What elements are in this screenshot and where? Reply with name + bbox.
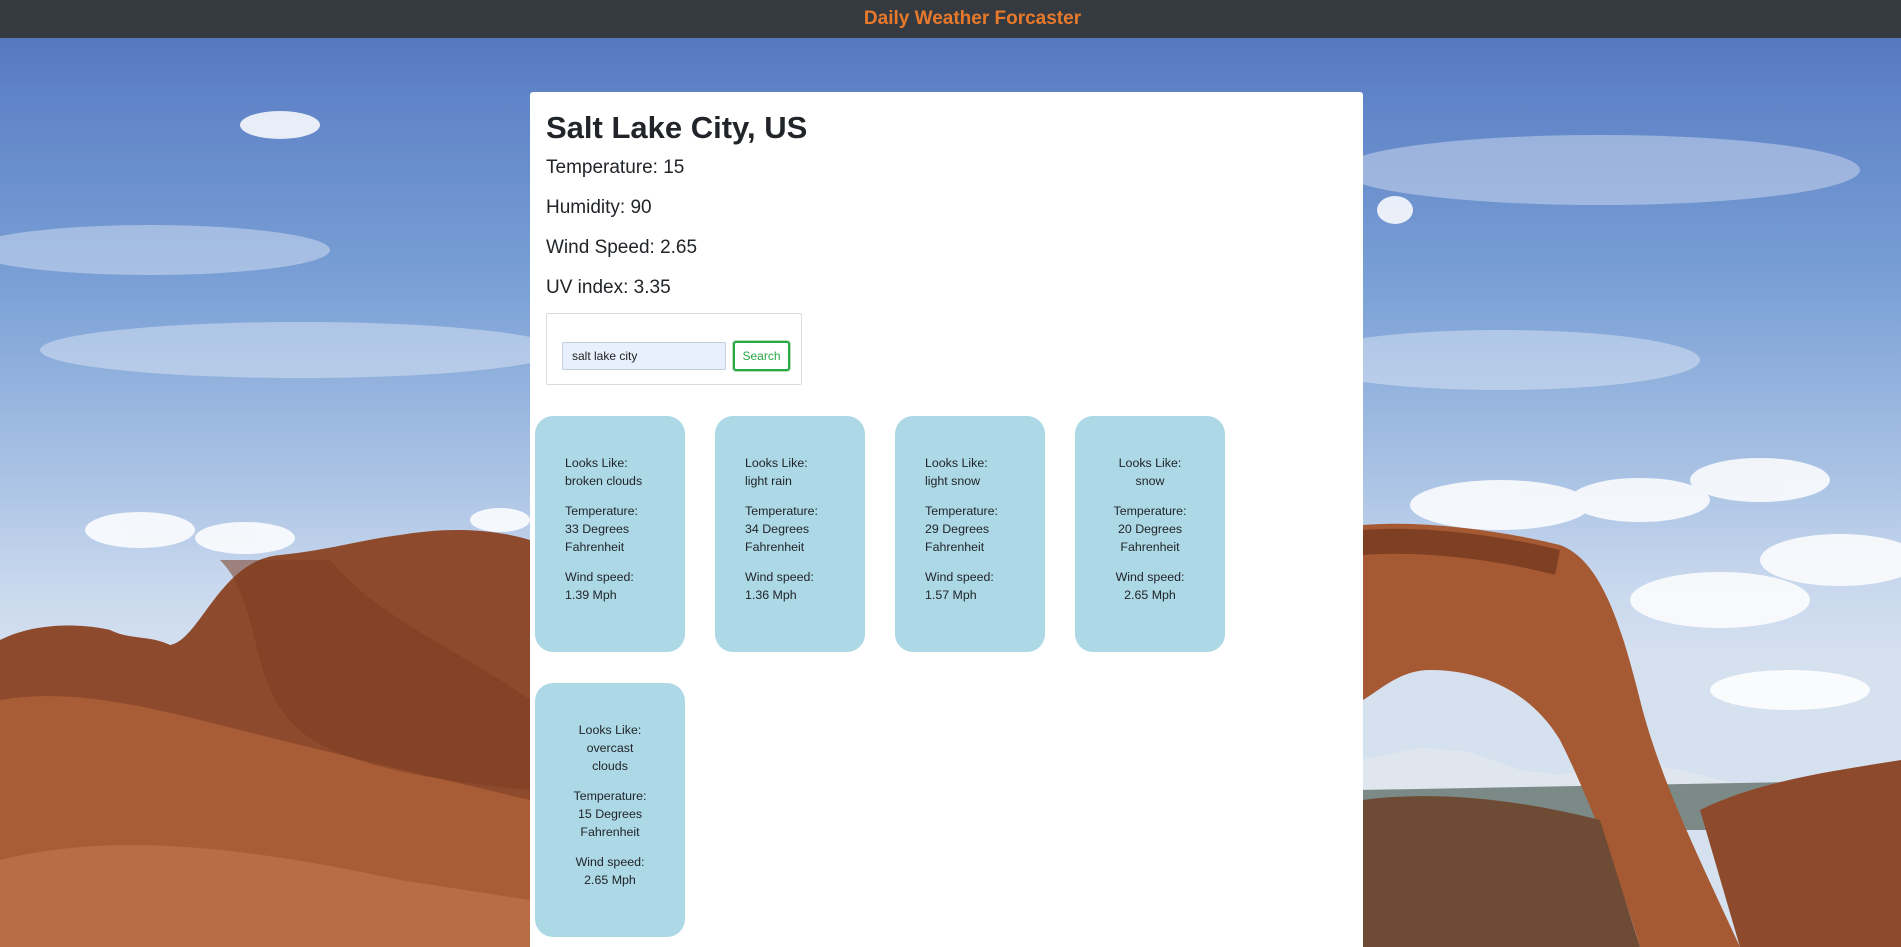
- current-uv-index: UV index: 3.35: [546, 277, 671, 298]
- city-search-form: Search: [546, 313, 802, 385]
- current-wind-speed: Wind Speed: 2.65: [546, 237, 698, 258]
- temperature-label: Temperature:: [925, 504, 998, 518]
- temperature-value: 20 Degrees Fahrenheit: [1117, 522, 1183, 554]
- wind-speed-label: Wind speed:: [565, 570, 634, 584]
- top-navbar: Daily Weather Forcaster: [0, 0, 1901, 38]
- temperature-label: Temperature:: [565, 504, 638, 518]
- forecast-card: Looks Like: light snow Temperature: 29 D…: [895, 416, 1045, 652]
- temperature-label: Temperature:: [573, 789, 647, 803]
- forecast-card: Looks Like: snow Temperature: 20 Degrees…: [1075, 416, 1225, 652]
- temperature-label: Temperature:: [745, 504, 818, 518]
- temperature-value: 15 Degrees Fahrenheit: [577, 807, 643, 839]
- wind-speed-value: 1.57 Mph: [925, 588, 977, 602]
- temperature-value: 34 Degrees Fahrenheit: [745, 522, 810, 554]
- wind-speed-label: Wind speed:: [925, 570, 994, 584]
- search-button[interactable]: Search: [733, 341, 790, 371]
- wind-speed-value: 2.65 Mph: [1124, 588, 1176, 602]
- wind-speed-value: 2.65 Mph: [584, 873, 636, 887]
- wind-speed-value: 1.39 Mph: [565, 588, 617, 602]
- forecast-card: Looks Like: overcast clouds Temperature:…: [535, 683, 685, 937]
- looks-like-value: snow: [1135, 474, 1165, 488]
- looks-like-value: light snow: [925, 474, 981, 488]
- wind-speed-value: 1.36 Mph: [745, 588, 797, 602]
- app-title: Daily Weather Forcaster: [863, 8, 1082, 29]
- current-temperature: Temperature: 15: [546, 157, 685, 178]
- looks-like-value: overcast clouds: [586, 741, 634, 773]
- forecast-card: Looks Like: broken clouds Temperature: 3…: [535, 416, 685, 652]
- looks-like-label: Looks Like:: [745, 456, 808, 470]
- city-heading: Salt Lake City, US: [546, 110, 808, 145]
- temperature-value: 29 Degrees Fahrenheit: [925, 522, 990, 554]
- looks-like-value: light rain: [745, 474, 792, 488]
- current-humidity: Humidity: 90: [546, 197, 652, 218]
- looks-like-label: Looks Like:: [565, 456, 628, 470]
- looks-like-label: Looks Like:: [578, 723, 642, 737]
- wind-speed-label: Wind speed:: [1115, 570, 1185, 584]
- forecast-card: Looks Like: light rain Temperature: 34 D…: [715, 416, 865, 652]
- wind-speed-label: Wind speed:: [745, 570, 814, 584]
- wind-speed-label: Wind speed:: [575, 855, 645, 869]
- temperature-value: 33 Degrees Fahrenheit: [565, 522, 630, 554]
- city-search-input[interactable]: [562, 342, 726, 370]
- temperature-label: Temperature:: [1113, 504, 1187, 518]
- looks-like-label: Looks Like:: [925, 456, 988, 470]
- looks-like-value: broken clouds: [565, 474, 643, 488]
- weather-panel: Salt Lake City, US Temperature: 15 Humid…: [530, 92, 1363, 947]
- looks-like-label: Looks Like:: [1118, 456, 1182, 470]
